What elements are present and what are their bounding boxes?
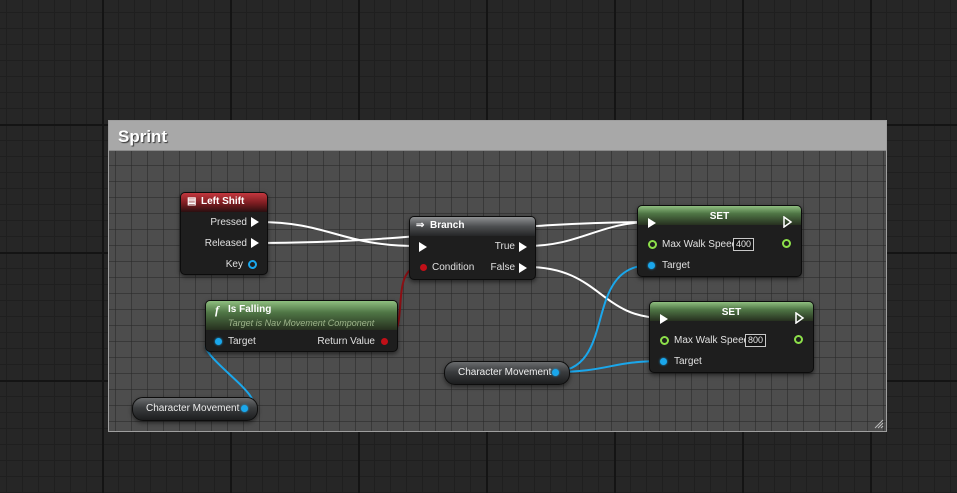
node-title: Is Falling: [228, 304, 272, 315]
pin-target-icon[interactable]: [648, 262, 655, 269]
exec-pin-pressed-icon[interactable]: [251, 217, 259, 227]
variable-label: Character Movement: [146, 403, 240, 414]
pin-label-target: Target: [228, 336, 256, 347]
exec-pin-true-icon[interactable]: [519, 242, 527, 252]
pin-max-walk-speed-out-icon[interactable]: [794, 335, 803, 344]
variable-label: Character Movement: [458, 367, 552, 378]
pin-label-max-walk-speed: Max Walk Speed: [662, 239, 738, 250]
max-walk-speed-input[interactable]: 400: [733, 238, 755, 251]
comment-title[interactable]: Sprint: [118, 127, 167, 147]
pin-label-true: True: [494, 241, 515, 252]
pin-key-icon[interactable]: [248, 260, 257, 269]
pin-label-return-value: Return Value: [317, 336, 375, 347]
pin-max-walk-speed-icon[interactable]: [660, 336, 669, 345]
node-header-is-falling: f Is Falling Target is Nav Movement Comp…: [206, 301, 397, 330]
pin-max-walk-speed-out-icon[interactable]: [782, 239, 791, 248]
exec-pin-in-icon[interactable]: [660, 314, 668, 324]
pin-target-icon[interactable]: [215, 338, 222, 345]
node-header-set-bottom: SET: [650, 302, 813, 321]
pin-output-icon[interactable]: [241, 405, 248, 412]
pin-label-max-walk-speed: Max Walk Speed: [674, 335, 750, 346]
variable-node-character-movement-left[interactable]: Character Movement: [132, 397, 258, 421]
node-branch[interactable]: ⇒ Branch Condition True False: [409, 216, 536, 280]
pin-label-target: Target: [674, 356, 702, 367]
node-title: SET: [709, 211, 730, 222]
pin-label-false: False: [490, 262, 515, 273]
node-set-bottom[interactable]: SET Max Walk Speed 800 Target: [649, 301, 814, 373]
branch-icon: ⇒: [416, 220, 425, 231]
node-header-left-shift: ▤ Left Shift: [181, 193, 267, 212]
node-title: SET: [721, 307, 742, 318]
node-title: Branch: [430, 220, 465, 231]
pin-output-icon[interactable]: [552, 369, 559, 376]
node-header-set-top: SET: [638, 206, 801, 225]
pin-label-released: Released: [204, 238, 247, 249]
node-set-top[interactable]: SET Max Walk Speed 400 Target: [637, 205, 802, 277]
pin-return-value-icon[interactable]: [381, 338, 388, 345]
exec-pin-in-icon[interactable]: [419, 242, 427, 252]
keyboard-event-icon: ▤: [187, 196, 197, 207]
pin-label-condition: Condition: [432, 262, 475, 273]
node-header-branch: ⇒ Branch: [410, 217, 535, 236]
pin-label-pressed: Pressed: [210, 217, 247, 228]
pin-label-target: Target: [662, 260, 690, 271]
pin-target-icon[interactable]: [660, 358, 667, 365]
node-title: Left Shift: [201, 196, 245, 207]
pin-max-walk-speed-icon[interactable]: [648, 240, 657, 249]
node-subtitle: Target is Nav Movement Component: [228, 318, 375, 328]
node-left-shift[interactable]: ▤ Left Shift Pressed Released Key: [180, 192, 268, 275]
comment-header[interactable]: Sprint: [109, 121, 886, 151]
pin-label-key: Key: [225, 259, 243, 270]
exec-pin-out-icon[interactable]: [795, 312, 805, 324]
resize-handle-icon[interactable]: [874, 419, 884, 429]
node-is-falling[interactable]: f Is Falling Target is Nav Movement Comp…: [205, 300, 398, 352]
exec-pin-in-icon[interactable]: [648, 218, 656, 228]
function-icon: f: [215, 303, 219, 317]
exec-pin-released-icon[interactable]: [251, 238, 259, 248]
max-walk-speed-input[interactable]: 800: [745, 334, 767, 347]
variable-node-character-movement-right[interactable]: Character Movement: [444, 361, 570, 385]
pin-condition-icon[interactable]: [420, 264, 427, 271]
exec-pin-out-icon[interactable]: [783, 216, 793, 228]
exec-pin-false-icon[interactable]: [519, 263, 527, 273]
